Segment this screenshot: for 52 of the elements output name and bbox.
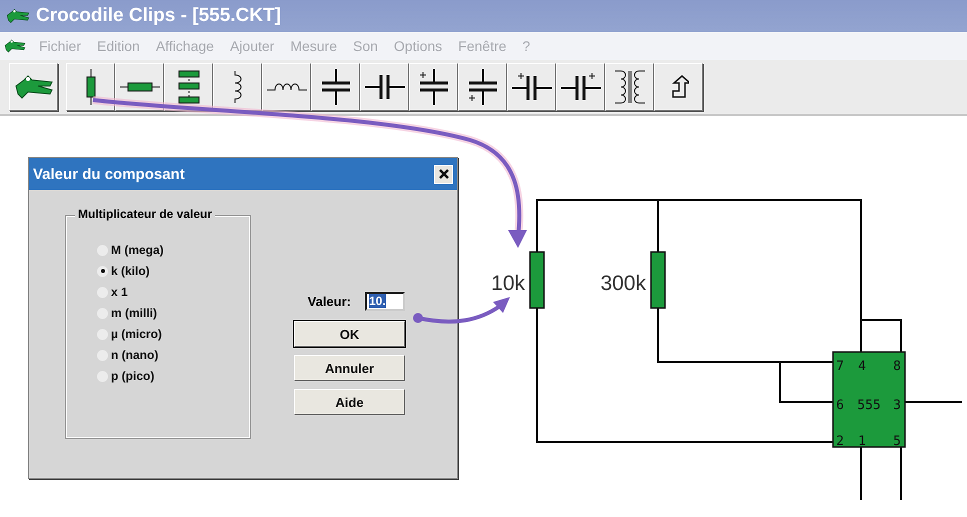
dialog-button[interactable]: Aide xyxy=(294,389,405,415)
radio-option[interactable]: m (milli) xyxy=(97,306,249,320)
value-label: Valeur: xyxy=(308,294,351,309)
toolbar-button[interactable] xyxy=(115,63,164,111)
window-title: Crocodile Clips - [555.CKT] xyxy=(36,5,281,27)
polarized-capacitor-icon xyxy=(512,71,552,103)
pin-number: 3 xyxy=(893,398,901,413)
resistor-label: 300k xyxy=(600,272,646,295)
pin-number: 4 xyxy=(858,359,866,374)
value-field[interactable]: 10. xyxy=(365,292,405,311)
toolbar-button[interactable] xyxy=(605,63,654,111)
resistor xyxy=(529,251,545,309)
polarized-capacitor-icon xyxy=(560,71,600,103)
radio-option[interactable]: n (nano) xyxy=(97,348,249,362)
pin-number: 6 xyxy=(836,398,844,413)
group-label: Multiplicateur de valeur xyxy=(75,207,216,221)
resistor-label: 10k xyxy=(491,272,525,295)
close-button[interactable] xyxy=(434,164,453,184)
toolbar-button[interactable] xyxy=(311,63,360,111)
toolbar-button[interactable] xyxy=(262,63,311,111)
resistor-icon xyxy=(84,69,96,105)
pin-number: 5 xyxy=(893,434,901,449)
crocodile-icon xyxy=(6,7,30,25)
pin-number: 2 xyxy=(836,434,844,449)
dialog-button[interactable]: Annuler xyxy=(294,355,405,381)
toolbar-button[interactable] xyxy=(164,63,213,111)
dialog-button[interactable]: OK xyxy=(294,321,405,347)
toolbar-button[interactable] xyxy=(66,63,115,111)
resistor-icon xyxy=(120,81,160,93)
capacitor-icon xyxy=(364,72,404,102)
toolbar-button[interactable] xyxy=(654,63,703,111)
crocodile-icon xyxy=(4,37,26,55)
pin-number: 7 xyxy=(836,359,844,374)
toolbar-button[interactable] xyxy=(409,63,458,111)
radio-option[interactable]: x 1 xyxy=(97,285,249,299)
radio-button[interactable] xyxy=(97,266,108,276)
toolbar-button[interactable] xyxy=(360,63,409,111)
pin-number: 1 xyxy=(858,434,866,449)
chip-label: 555 xyxy=(857,398,881,413)
radio-option[interactable]: µ (micro) xyxy=(97,327,249,341)
radio-option[interactable]: M (mega) xyxy=(97,243,249,257)
toolbar-button[interactable] xyxy=(458,63,507,111)
close-icon xyxy=(438,169,448,179)
radio-option[interactable]: p (pico) xyxy=(97,369,249,383)
dialog-title: Valeur du composant xyxy=(33,166,185,182)
transformer-icon xyxy=(612,69,646,105)
pin-number: 8 xyxy=(893,359,901,374)
toolbar-button[interactable] xyxy=(9,63,58,111)
toolbar-button[interactable] xyxy=(507,63,556,111)
resistor xyxy=(650,251,666,309)
radio-option[interactable]: k (kilo) xyxy=(97,264,249,278)
toolbar-button[interactable] xyxy=(556,63,605,111)
